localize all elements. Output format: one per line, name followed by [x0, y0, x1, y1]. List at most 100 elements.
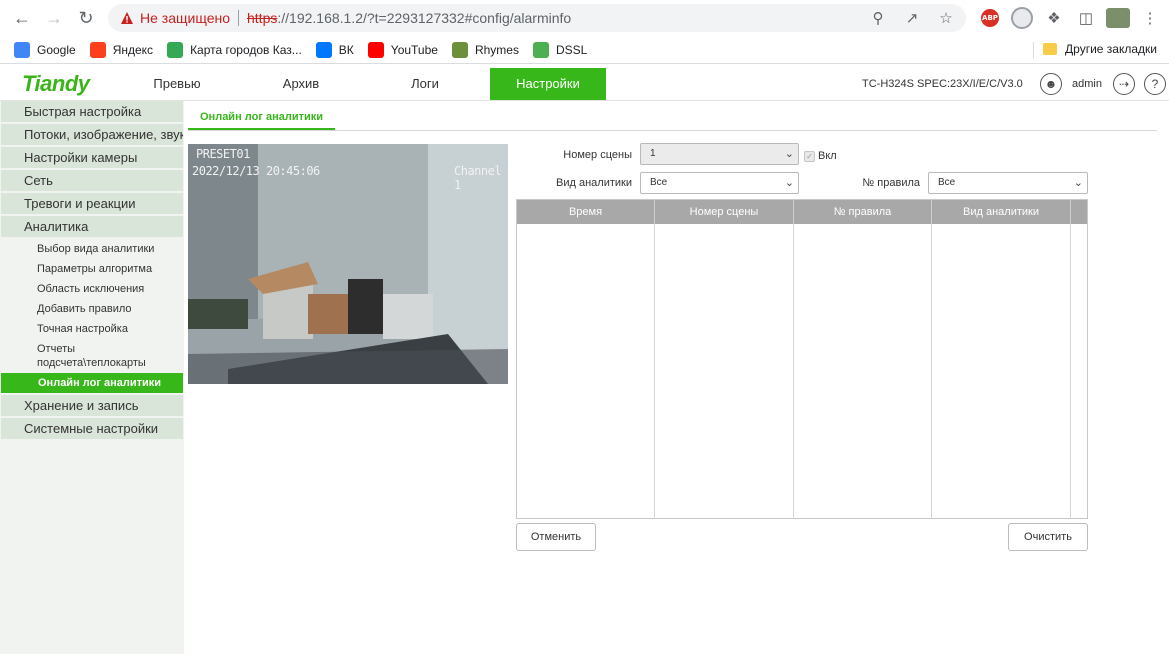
content-panel: Онлайн лог аналитики PRESET01 2022/12/13…	[184, 101, 1169, 654]
rule-number-label: № правила	[862, 177, 920, 189]
bookmark-label: ВК	[338, 42, 354, 57]
map-icon	[167, 41, 184, 58]
bookmark-label: Google	[37, 42, 76, 57]
enable-checkbox[interactable]: ✓	[804, 151, 815, 162]
logout-icon[interactable]: ⇢	[1113, 73, 1135, 95]
puzzle-extensions-icon[interactable]: ❖	[1042, 6, 1066, 30]
video-timestamp: 2022/12/13 20:45:06	[192, 164, 320, 178]
sidebar-item-system[interactable]: Системные настройки	[1, 418, 183, 439]
tiandy-logo: Tiandy	[22, 71, 90, 96]
analytics-type-label: Вид аналитики	[556, 177, 632, 189]
bookmark-label: Яндекс	[112, 42, 154, 57]
bookmark-map[interactable]: Карта городов Каз...	[167, 41, 302, 58]
bookmark-youtube[interactable]: YouTube	[367, 41, 438, 58]
google-icon	[14, 41, 30, 58]
bookmark-label: Rhymes	[474, 42, 519, 57]
menu-kebab-icon[interactable]: ⋮	[1138, 6, 1162, 30]
browser-toolbar: ← → ↻ Не защищено https://192.168.1.2/?t…	[0, 0, 1169, 36]
side-panel-icon[interactable]: ◫	[1074, 6, 1098, 30]
tab-settings[interactable]: Настройки	[490, 68, 606, 100]
column-header-scroll	[1071, 200, 1087, 224]
star-icon[interactable]: ☆	[936, 8, 956, 28]
bookmark-rhymes[interactable]: Rhymes	[451, 41, 519, 58]
sidebar-sub-fine-tuning[interactable]: Точная настройка	[0, 319, 184, 339]
help-icon[interactable]: ?	[1144, 73, 1166, 95]
back-arrow-icon[interactable]: ←	[10, 6, 34, 30]
bookmarks-divider	[1033, 42, 1034, 58]
chevron-down-icon: ⌄	[784, 148, 794, 160]
username: admin	[1072, 78, 1102, 90]
bookmark-label: Карта городов Каз...	[190, 42, 302, 57]
bookmark-label: DSSL	[555, 42, 588, 57]
scene-number-label: Номер сцены	[563, 149, 632, 161]
scene-number-select[interactable]: 1 ⌄	[640, 143, 799, 165]
tab-preview[interactable]: Превью	[118, 68, 236, 100]
bookmark-vk[interactable]: ВК	[315, 41, 354, 58]
url-separator	[238, 10, 239, 26]
column-divider	[793, 224, 794, 518]
chevron-down-icon: ⌄	[1073, 177, 1083, 189]
tab-underline	[188, 130, 1157, 131]
user-icon[interactable]: ☻	[1040, 73, 1062, 95]
clear-button[interactable]: Очистить	[1008, 523, 1088, 551]
reload-icon[interactable]: ↻	[74, 6, 98, 30]
rule-number-select[interactable]: Все ⌄	[928, 172, 1088, 194]
folder-icon	[1043, 43, 1058, 55]
bookmark-label: YouTube	[390, 42, 438, 57]
video-preset-label: PRESET01	[196, 147, 250, 161]
url-path: ://192.168.1.2/?t=2293127332#config/alar…	[277, 10, 572, 26]
other-bookmarks-folder[interactable]: Другие закладки	[1043, 42, 1157, 56]
sidebar-sub-exclusion-area[interactable]: Область исключения	[0, 279, 184, 299]
sidebar-sub-online-log[interactable]: Онлайн лог аналитики	[1, 373, 183, 393]
sidebar-item-quick-setup[interactable]: Быстрая настройка	[1, 101, 183, 122]
column-divider	[1070, 224, 1071, 518]
bookmark-google[interactable]: Google	[14, 41, 76, 58]
warning-icon	[121, 12, 133, 24]
url-scheme: https	[247, 10, 278, 26]
profile-avatar-icon[interactable]	[1106, 6, 1130, 30]
column-divider	[931, 224, 932, 518]
bookmark-yandex[interactable]: Яндекс	[89, 41, 154, 58]
yandex-icon	[89, 41, 106, 58]
rhymes-icon	[451, 41, 468, 58]
dssl-icon	[532, 41, 549, 58]
globe-extension-icon[interactable]	[1010, 6, 1034, 30]
video-preview[interactable]: PRESET01 2022/12/13 20:45:06 Channel 1	[188, 144, 508, 384]
youtube-icon	[367, 41, 384, 58]
sidebar-item-analytics[interactable]: Аналитика	[1, 216, 183, 237]
column-divider	[654, 224, 655, 518]
column-header-scene[interactable]: Номер сцены	[655, 200, 794, 224]
tab-online-log[interactable]: Онлайн лог аналитики	[188, 109, 336, 130]
sidebar-item-camera[interactable]: Настройки камеры	[1, 147, 183, 168]
sidebar-item-storage[interactable]: Хранение и запись	[1, 395, 183, 416]
device-model: TC-H324S SPEC:23X/I/E/C/V3.0	[862, 78, 1023, 90]
chevron-down-icon: ⌄	[784, 177, 794, 189]
tab-archive[interactable]: Архив	[242, 68, 360, 100]
tab-logs[interactable]: Логи	[366, 68, 484, 100]
analytics-log-table[interactable]: Время Номер сцены № правила Вид аналитик…	[516, 199, 1088, 519]
analytics-type-select[interactable]: Все ⌄	[640, 172, 799, 194]
app-header: Tiandy Превью Архив Логи Настройки TC-H3…	[0, 68, 1169, 101]
sidebar-sub-reports[interactable]: Отчеты подсчета\теплокарты	[0, 339, 150, 373]
zoom-icon[interactable]: ⚲	[868, 8, 888, 28]
forward-arrow-icon[interactable]: →	[42, 6, 66, 30]
vk-icon	[315, 41, 332, 58]
table-header: Время Номер сцены № правила Вид аналитик…	[517, 200, 1087, 224]
address-bar[interactable]: Не защищено https://192.168.1.2/?t=22931…	[108, 4, 966, 32]
sidebar-sub-add-rule[interactable]: Добавить правило	[0, 299, 184, 319]
sidebar-item-streams[interactable]: Потоки, изображение, звук	[1, 124, 183, 145]
bookmark-dssl[interactable]: DSSL	[532, 41, 588, 58]
column-header-rule[interactable]: № правила	[794, 200, 932, 224]
sidebar-sub-algorithm-params[interactable]: Параметры алгоритма	[0, 259, 184, 279]
url-text[interactable]: https://192.168.1.2/?t=2293127332#config…	[247, 10, 571, 26]
sidebar-sub-analytics-type[interactable]: Выбор вида аналитики	[0, 239, 184, 259]
adblock-icon[interactable]: ABP	[978, 6, 1002, 30]
video-channel-label: Channel 1	[454, 164, 502, 192]
cancel-button[interactable]: Отменить	[516, 523, 596, 551]
share-icon[interactable]: ↗	[902, 8, 922, 28]
sidebar-item-network[interactable]: Сеть	[1, 170, 183, 191]
column-header-time[interactable]: Время	[517, 200, 655, 224]
sidebar-item-alarms[interactable]: Тревоги и реакции	[1, 193, 183, 214]
column-header-analytics-type[interactable]: Вид аналитики	[932, 200, 1071, 224]
not-secure-label[interactable]: Не защищено	[140, 10, 230, 26]
